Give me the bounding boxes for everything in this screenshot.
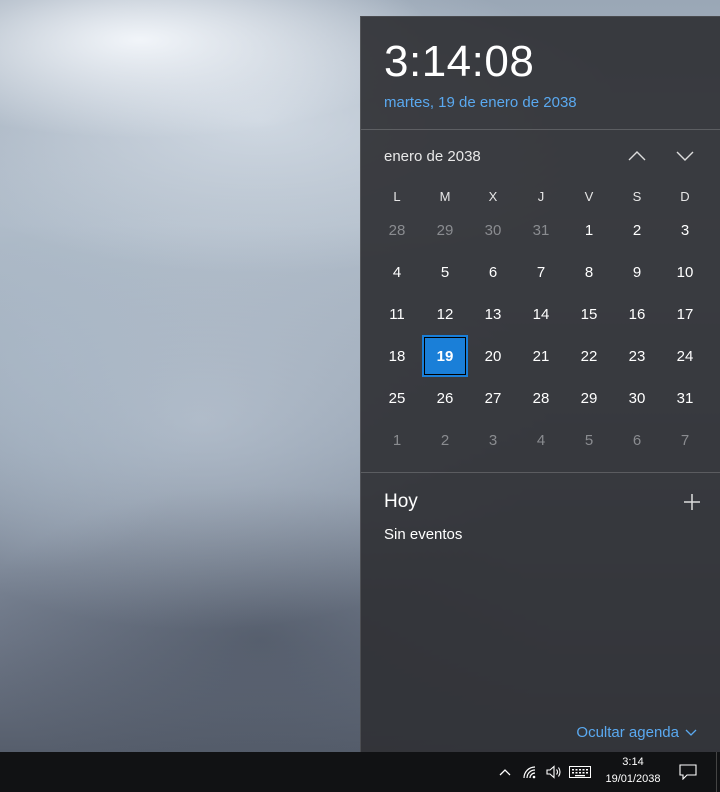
previous-month-button[interactable]	[622, 142, 652, 170]
taskbar: 3:14 19/01/2038	[0, 752, 720, 792]
calendar-day[interactable]: 7	[517, 251, 565, 293]
calendar-day[interactable]: 10	[661, 251, 709, 293]
calendar-week-row: 1234567	[373, 419, 709, 461]
calendar-day[interactable]: 22	[565, 335, 613, 377]
calendar-day[interactable]: 27	[469, 377, 517, 419]
wifi-icon	[523, 766, 536, 779]
weekday-label: S	[632, 188, 642, 204]
calendar-day[interactable]: 7	[661, 419, 709, 461]
calendar-week-row: 11 12 13 14 15 16 17	[373, 293, 709, 335]
speaker-icon	[546, 765, 561, 779]
calendar-day-label: 19	[422, 335, 468, 377]
network-button[interactable]	[518, 752, 542, 792]
calendar-day[interactable]: 31	[661, 377, 709, 419]
current-date-link[interactable]: martes, 19 de enero de 2038	[384, 94, 577, 111]
clock-section: 3:14:08 martes, 19 de enero de 2038	[361, 17, 720, 130]
calendar-day[interactable]: 2	[613, 209, 661, 251]
touch-keyboard-button[interactable]	[566, 752, 594, 792]
calendar-grid: LMXJVSD 28 29 30 31 1 2 3 4 5 6 7 8 9 10 11 12 13 14 15 16 1…	[373, 183, 709, 461]
calendar-day[interactable]: 5	[421, 251, 469, 293]
calendar-day[interactable]: 16	[613, 293, 661, 335]
weekday-label: X	[488, 188, 498, 204]
calendar-day[interactable]: 25	[373, 377, 421, 419]
calendar-day[interactable]: 1	[373, 419, 421, 461]
calendar-week-row: 28 29 30 31 1 2 3	[373, 209, 709, 251]
hide-agenda-label: Ocultar agenda	[576, 724, 679, 741]
calendar-day[interactable]: 13	[469, 293, 517, 335]
weekday-label: V	[584, 188, 594, 204]
chevron-up-icon	[499, 769, 511, 776]
chevron-down-icon	[676, 151, 694, 161]
calendar-week-row: 18 19 20 21 22 23 24	[373, 335, 709, 377]
current-time: 3:14:08	[384, 37, 535, 86]
weekday-label: J	[537, 188, 545, 204]
calendar-day[interactable]: 30	[469, 209, 517, 251]
calendar-day[interactable]: 1	[565, 209, 613, 251]
taskbar-date: 19/01/2038	[605, 773, 661, 785]
calendar-day[interactable]: 17	[661, 293, 709, 335]
calendar-day[interactable]: 6	[613, 419, 661, 461]
show-desktop-button[interactable]	[716, 752, 720, 792]
calendar-day[interactable]: 28	[517, 377, 565, 419]
volume-button[interactable]	[542, 752, 566, 792]
taskbar-time: 3:14	[622, 756, 644, 768]
plus-icon	[684, 494, 700, 510]
agenda-panel: Hoy Sin eventos Ocultar agenda	[361, 472, 720, 753]
calendar-day[interactable]: 4	[517, 419, 565, 461]
calendar-day[interactable]: 8	[565, 251, 613, 293]
calendar-day[interactable]: 23	[613, 335, 661, 377]
calendar-day[interactable]: 3	[661, 209, 709, 251]
calendar-day[interactable]: 30	[613, 377, 661, 419]
calendar-day[interactable]: 15	[565, 293, 613, 335]
keyboard-icon	[569, 766, 591, 778]
calendar-day[interactable]: 28	[373, 209, 421, 251]
calendar-day[interactable]: 12	[421, 293, 469, 335]
calendar-day[interactable]: 26	[421, 377, 469, 419]
calendar-day[interactable]: 9	[613, 251, 661, 293]
calendar-week-row: 4 5 6 7 8 9 10	[373, 251, 709, 293]
weekday-label: L	[393, 188, 401, 204]
calendar-day[interactable]: 29	[565, 377, 613, 419]
calendar-day[interactable]: 2	[421, 419, 469, 461]
calendar-day[interactable]: 24	[661, 335, 709, 377]
calendar-day[interactable]: 20	[469, 335, 517, 377]
next-month-button[interactable]	[670, 142, 700, 170]
calendar-weeks: 28 29 30 31 1 2 3 4 5 6 7 8 9 10 11 12 13 14 15 16 17 18 19 20 2…	[373, 209, 709, 461]
weekday-label: D	[680, 188, 690, 204]
hide-agenda-link[interactable]: Ocultar agenda	[576, 724, 697, 741]
calendar-header: enero de 2038	[361, 130, 720, 182]
calendar-day[interactable]: 11	[373, 293, 421, 335]
calendar-week-row: 25 26 27 28 29 30 31	[373, 377, 709, 419]
month-label[interactable]: enero de 2038	[384, 148, 481, 165]
calendar-day[interactable]: 4	[373, 251, 421, 293]
weekday-header-row: LMXJVSD	[373, 183, 709, 209]
calendar-day[interactable]: 14	[517, 293, 565, 335]
chevron-up-icon	[628, 151, 646, 161]
calendar-day[interactable]: 31	[517, 209, 565, 251]
add-event-button[interactable]	[679, 489, 705, 515]
notification-icon	[679, 764, 697, 780]
calendar-day[interactable]: 6	[469, 251, 517, 293]
calendar-day[interactable]: 18	[373, 335, 421, 377]
agenda-title: Hoy	[384, 491, 418, 512]
taskbar-clock[interactable]: 3:14 19/01/2038	[598, 754, 668, 788]
calendar-day[interactable]: 3	[469, 419, 517, 461]
chevron-down-icon	[685, 729, 697, 736]
calendar-day[interactable]: 29	[421, 209, 469, 251]
action-center-button[interactable]	[674, 752, 702, 792]
calendar-day[interactable]: 21	[517, 335, 565, 377]
clock-calendar-flyout: 3:14:08 martes, 19 de enero de 2038 ener…	[360, 16, 720, 752]
weekday-label: M	[439, 188, 451, 204]
no-events-text: Sin eventos	[384, 526, 463, 543]
calendar-day-today[interactable]: 19	[421, 335, 469, 377]
show-hidden-icons-button[interactable]	[494, 752, 516, 792]
calendar-day[interactable]: 5	[565, 419, 613, 461]
